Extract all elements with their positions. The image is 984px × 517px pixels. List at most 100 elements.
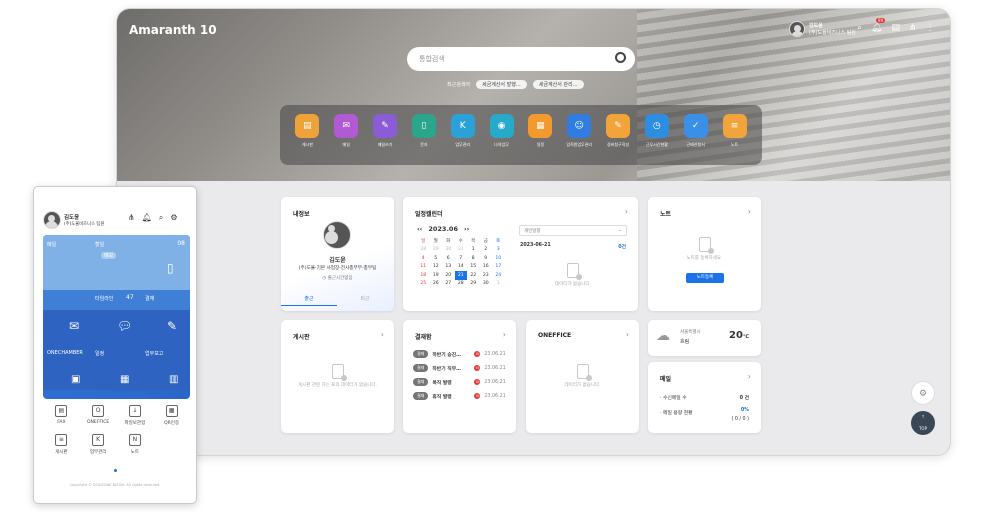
mobile-grid-item[interactable]: ≡ 게시판 [43, 434, 80, 455]
chat-icon[interactable]: 💬︎ [117, 319, 132, 333]
approval-item[interactable]: 결재 하반기 직무… N 23.06.21 [413, 364, 506, 372]
calendar-day[interactable]: 6 [442, 254, 455, 263]
organization-icon[interactable]: ⋔ [128, 213, 135, 223]
calendar-day[interactable]: 27 [442, 280, 455, 289]
mobile-tile-schedule[interactable]: 일정 [95, 350, 104, 357]
app-item[interactable]: ☺ 임직원업무관리 [563, 114, 595, 165]
document-icon[interactable]: ▤ [891, 23, 900, 33]
calendar-filter[interactable]: 개인일정 ⌄ [519, 225, 627, 236]
chevron-right-icon[interactable]: › [381, 330, 384, 339]
calendar-day[interactable]: 7 [455, 254, 468, 263]
approval-item[interactable]: 결재 휴직 발령 N 23.06.21 [413, 392, 506, 400]
app-item[interactable]: K 업무관리 [447, 114, 479, 165]
calendar-day[interactable]: 24 [492, 271, 505, 280]
settings-button[interactable]: ⚙ [911, 381, 935, 405]
pen-icon[interactable]: ✎ [167, 319, 177, 333]
calendar-day[interactable]: 17 [492, 263, 505, 272]
oneffice-icon[interactable]: ▣ [71, 374, 80, 385]
app-item[interactable]: ✓ 근태신청서 [680, 114, 712, 165]
calendar-day[interactable]: 9 [480, 254, 493, 263]
calendar-day[interactable]: 20 [442, 271, 455, 280]
approval-item[interactable]: 결재 복직 발령 N 23.06.21 [413, 378, 506, 386]
prev-year-icon[interactable]: ‹‹ [417, 225, 422, 233]
calendar-day[interactable]: 21 [454, 271, 467, 280]
chevron-right-icon[interactable]: › [748, 207, 751, 216]
calendar-day[interactable]: 8 [467, 254, 480, 263]
app-item[interactable]: ◉ 나의업무 [486, 114, 518, 165]
calendar-day[interactable]: 28 [417, 246, 430, 255]
calendar-day[interactable]: 30 [480, 280, 493, 289]
mobile-tile-onechamber[interactable]: ONECHAMBER [47, 350, 83, 356]
calendar-day[interactable]: 16 [480, 263, 493, 272]
calendar-day[interactable]: 1 [467, 246, 480, 255]
calendar-day[interactable]: 15 [467, 263, 480, 272]
chevron-right-icon[interactable]: › [626, 330, 629, 339]
calendar-day[interactable]: 5 [430, 254, 443, 263]
recent-chip[interactable]: 세금계산서 발행… [476, 80, 527, 89]
calendar-day[interactable]: 26 [430, 280, 443, 289]
calendar-day[interactable]: 28 [455, 280, 468, 289]
chevron-right-icon[interactable]: › [748, 372, 751, 381]
mobile-grid-item[interactable]: ↓ 파일보관함 [117, 405, 154, 426]
avatar[interactable] [789, 21, 805, 37]
calendar-day[interactable]: 19 [430, 271, 443, 280]
calendar-day[interactable]: 14 [455, 263, 468, 272]
mobile-tile-memo[interactable]: 메모 [101, 252, 117, 259]
app-item[interactable]: ≡ 노트 [719, 114, 751, 165]
mobile-grid-item[interactable]: ▦ QR인증 [153, 405, 190, 426]
app-item[interactable]: ◷ 근무시간현황 [641, 114, 673, 165]
mobile-tile-approval[interactable]: 결재 [145, 295, 154, 302]
mobile-grid-item[interactable]: N 노트 [117, 434, 154, 455]
chevron-right-icon[interactable]: › [625, 207, 628, 216]
app-item[interactable]: ▦ 일정 [524, 114, 556, 165]
app-item[interactable]: ▤ 게시판 [291, 114, 323, 165]
mobile-tile-timeline[interactable]: 타임라인 [95, 295, 113, 302]
bell-icon[interactable]: 🔔︎ 99 [871, 18, 886, 33]
folder-icon[interactable]: ▥ [169, 374, 178, 385]
calendar-day[interactable]: 13 [442, 263, 455, 272]
calendar-day[interactable]: 31 [455, 246, 468, 255]
calendar-day[interactable]: 1 [492, 280, 505, 289]
search-icon[interactable]: ⌕ [159, 213, 163, 223]
search-input[interactable]: 통합검색 [407, 47, 635, 71]
mobile-grid-item[interactable]: K 업무관리 [80, 434, 117, 455]
recent-chip[interactable]: 세금계산서 관리… [532, 80, 584, 89]
approval-item[interactable]: 결재 하반기 승진… N 23.06.21 [413, 350, 506, 358]
app-item[interactable]: ▯ 문자 [408, 114, 440, 165]
mobile-grid-item[interactable]: ▤ FAX [43, 405, 80, 426]
header-user[interactable]: 김도윤 (주)도율비즈니스 팀원 [789, 21, 856, 37]
search-icon[interactable]: ⌕ [857, 23, 862, 33]
mobile-tile-report[interactable]: 업무보고 [145, 350, 163, 357]
mobile-tile-todo[interactable]: 할일 [95, 241, 104, 248]
checkout-button[interactable]: 퇴근 [337, 295, 393, 302]
bell-icon[interactable]: 🔔︎ [142, 213, 152, 223]
calendar-day[interactable]: 29 [430, 246, 443, 255]
gear-icon[interactable]: ⚙ [170, 213, 177, 223]
calendar-day[interactable]: 3 [492, 246, 505, 255]
mobile-grid-item[interactable]: O ONEFFICE [80, 405, 117, 426]
chevron-right-icon[interactable]: › [503, 330, 506, 339]
calendar-day[interactable]: 29 [467, 280, 480, 289]
calendar-day[interactable]: 18 [417, 271, 430, 280]
organization-icon[interactable]: ⋔ [909, 23, 917, 33]
top-button[interactable]: ↑ TOP [911, 411, 935, 435]
app-item[interactable]: ✉ 메일 [330, 114, 362, 165]
next-month-icon[interactable]: ›› [464, 225, 469, 233]
calendar-day[interactable]: 10 [492, 254, 505, 263]
mail-icon[interactable]: ✉ [69, 319, 79, 333]
calendar-day[interactable]: 25 [417, 280, 430, 289]
calendar-icon[interactable]: ▦ [120, 374, 129, 385]
checkin-button[interactable]: 출근 [281, 295, 337, 306]
calendar-day[interactable]: 12 [430, 263, 443, 272]
more-icon[interactable]: ⋮ [926, 23, 935, 33]
calendar-day[interactable]: 2 [480, 246, 493, 255]
calendar-day[interactable]: 4 [417, 254, 430, 263]
app-item[interactable]: ✎ 경비청구작성 [602, 114, 634, 165]
app-logo[interactable]: Amaranth 10 [129, 23, 217, 37]
calendar-day[interactable]: 22 [467, 271, 480, 280]
calendar-day[interactable]: 23 [480, 271, 493, 280]
avatar[interactable] [43, 211, 61, 229]
calendar-day[interactable]: 30 [442, 246, 455, 255]
app-item[interactable]: ✎ 메일쓰기 [369, 114, 401, 165]
add-note-button[interactable]: 노트등록 [686, 273, 724, 283]
